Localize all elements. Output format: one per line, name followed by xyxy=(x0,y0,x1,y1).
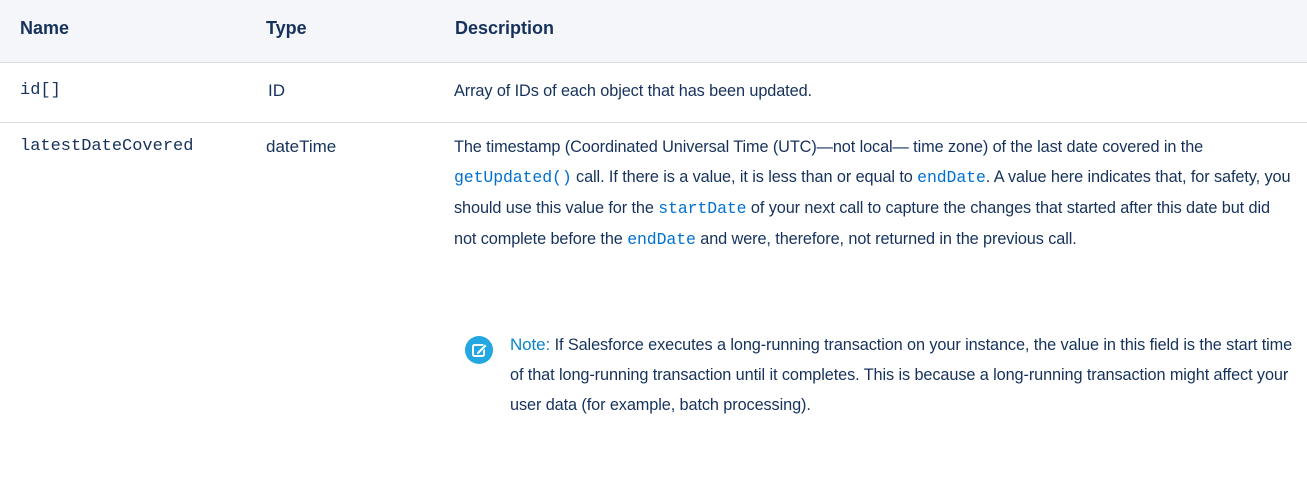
field-type: ID xyxy=(268,81,285,100)
field-description: The timestamp (Coordinated Universal Tim… xyxy=(454,132,1296,255)
description-text: The timestamp (Coordinated Universal Tim… xyxy=(454,138,1204,156)
table-row: id[] ID Array of IDs of each object that… xyxy=(0,62,1307,123)
note-callout: Note: If Salesforce executes a long-runn… xyxy=(510,330,1300,420)
column-header-type: Type xyxy=(266,18,307,38)
table-row: latestDateCovered dateTime The timestamp… xyxy=(0,122,1307,480)
field-name: latestDateCovered xyxy=(20,137,194,156)
note-label: Note: xyxy=(510,335,551,354)
field-name: id[] xyxy=(20,81,61,100)
description-text: and were, therefore, not returned in the… xyxy=(695,230,1077,248)
enddate-link[interactable]: endDate xyxy=(627,230,696,249)
field-description: Array of IDs of each object that has bee… xyxy=(454,82,812,100)
description-text: call. If there is a value, it is less th… xyxy=(571,168,918,186)
getupdated-link[interactable]: getUpdated() xyxy=(454,168,572,187)
enddate-link[interactable]: endDate xyxy=(917,168,986,187)
column-header-name: Name xyxy=(20,18,70,38)
table-header-row: Name Type Description xyxy=(0,0,1307,63)
note-text: If Salesforce executes a long-running tr… xyxy=(510,336,1293,414)
note-edit-icon xyxy=(465,336,493,364)
startdate-link[interactable]: startDate xyxy=(658,199,746,218)
column-header-description: Description xyxy=(455,18,555,38)
field-type: dateTime xyxy=(266,137,337,156)
